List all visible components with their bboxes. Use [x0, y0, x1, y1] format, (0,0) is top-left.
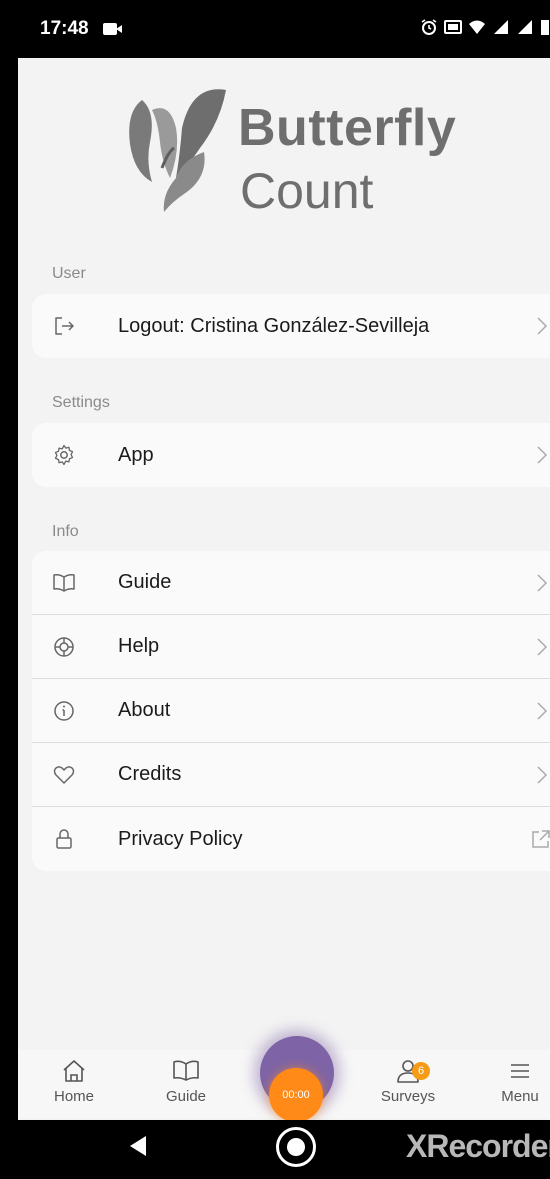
- section-label-info: Info: [52, 523, 79, 540]
- nav-item-guide[interactable]: Guide: [146, 1056, 226, 1105]
- butterfly-logo-icon: [129, 89, 226, 212]
- book-icon: [53, 574, 75, 592]
- chevron-right-icon: [537, 446, 548, 464]
- card-user: Logout: Cristina González-Sevilleja: [32, 294, 550, 358]
- menu-item-privacy-policy-label: Privacy Policy: [118, 827, 243, 850]
- menu-item-app-label: App: [118, 443, 154, 466]
- screen-record-icon: [102, 22, 123, 36]
- menu-item-about[interactable]: About: [32, 679, 550, 743]
- nav-item-guide-label: Guide: [165, 1088, 207, 1105]
- section-label-settings: Settings: [52, 394, 110, 411]
- system-back-button[interactable]: [130, 1136, 146, 1156]
- menu-item-help-label: Help: [118, 635, 160, 657]
- logo-word-count: Count: [240, 163, 374, 219]
- external-link-icon: [532, 830, 550, 848]
- gear-icon: [54, 444, 74, 466]
- surveys-badge: 6: [412, 1062, 430, 1080]
- info-icon: [54, 701, 74, 721]
- menu-item-app[interactable]: App: [32, 423, 550, 487]
- chevron-right-icon: [537, 638, 548, 656]
- logout-icon: [55, 317, 74, 335]
- app-screen: 17:48 Butterfly Count User Logout: Crist…: [18, 0, 550, 1179]
- menu-item-credits[interactable]: Credits: [32, 743, 550, 807]
- nav-item-surveys[interactable]: 6 Surveys: [368, 1056, 448, 1105]
- signal-icon: [494, 20, 508, 34]
- section-label-user: User: [52, 265, 86, 282]
- nav-item-menu[interactable]: Menu: [480, 1056, 550, 1105]
- chevron-right-icon: [537, 574, 548, 592]
- menu-icon: [511, 1064, 529, 1078]
- lock-icon: [56, 829, 72, 849]
- menu-item-guide[interactable]: Guide: [32, 551, 550, 615]
- menu-item-help[interactable]: Help: [32, 615, 550, 679]
- nav-item-home-label: Home: [53, 1088, 94, 1105]
- nav-item-menu-label: Menu: [501, 1088, 539, 1105]
- chevron-right-icon: [537, 702, 548, 720]
- menu-item-guide-label: Guide: [118, 571, 172, 593]
- battery-icon: [541, 20, 549, 35]
- system-nav-bar: XRecorder: [18, 1120, 550, 1179]
- record-fab-button[interactable]: 00:00: [269, 1068, 323, 1122]
- wifi-icon: [469, 20, 485, 34]
- nav-item-home[interactable]: Home: [34, 1056, 114, 1105]
- heart-icon: [53, 766, 75, 784]
- status-bar: 17:48: [18, 0, 550, 58]
- butterfly-count-logo: Butterfly Count: [122, 82, 482, 222]
- system-home-button[interactable]: [276, 1127, 316, 1167]
- menu-item-about-label: About: [118, 699, 171, 721]
- signal-icon-2: [518, 20, 532, 34]
- nav-item-surveys-label: Surveys: [380, 1088, 436, 1105]
- card-info: Guide Help About Credits Privacy Policy: [32, 551, 550, 871]
- logo-word-butterfly: Butterfly: [238, 99, 457, 157]
- lifebuoy-icon: [54, 637, 74, 657]
- chevron-right-icon: [537, 766, 548, 784]
- chevron-right-icon: [537, 317, 548, 335]
- status-time: 17:48: [40, 18, 89, 39]
- menu-item-logout-label: Logout: Cristina González-Sevilleja: [118, 314, 430, 337]
- status-icons: [420, 18, 550, 36]
- recorder-watermark: XRecorder: [406, 1128, 550, 1164]
- menu-item-logout[interactable]: Logout: Cristina González-Sevilleja: [32, 294, 550, 358]
- alarm-icon: [421, 19, 437, 35]
- cast-icon: [444, 20, 462, 34]
- book-icon: [173, 1060, 199, 1081]
- menu-item-privacy-policy[interactable]: Privacy Policy: [32, 807, 550, 871]
- home-icon: [63, 1060, 85, 1082]
- card-settings: App: [32, 423, 550, 487]
- menu-item-credits-label: Credits: [118, 763, 182, 785]
